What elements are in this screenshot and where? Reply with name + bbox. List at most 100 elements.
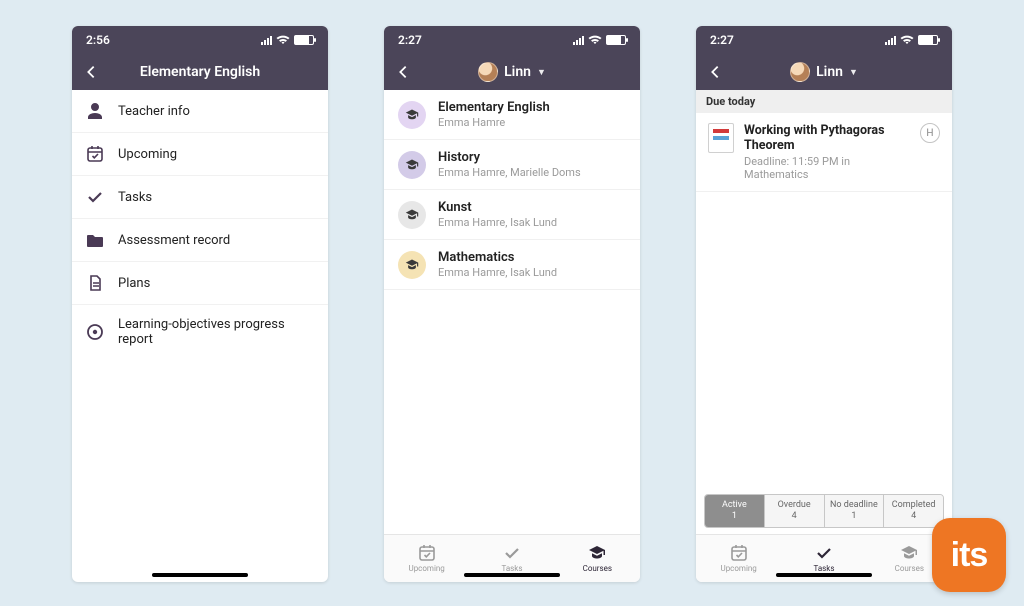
screen-course-menu: 2:56 Elementary English Teacher info — [72, 26, 328, 582]
filter-label: Completed — [892, 500, 936, 511]
nav-bar: Linn ▼ — [696, 54, 952, 90]
chevron-down-icon: ▼ — [849, 67, 858, 78]
back-button[interactable] — [82, 63, 100, 81]
back-button[interactable] — [706, 63, 724, 81]
status-bar: 2:27 — [696, 26, 952, 54]
menu-item-label: Plans — [118, 276, 150, 291]
nav-bar: Linn ▼ — [384, 54, 640, 90]
task-title: Working with Pythagoras Theorem — [744, 123, 910, 153]
task-meta: Deadline: 11:59 PM in Mathematics — [744, 155, 910, 181]
course-item[interactable]: Mathematics Emma Hamre, Isak Lund — [384, 240, 640, 290]
signal-icon — [885, 35, 896, 45]
filter-count: 4 — [911, 511, 916, 522]
home-indicator[interactable] — [776, 573, 872, 577]
clock: 2:27 — [710, 33, 734, 47]
section-due-today: Due today — [696, 90, 952, 113]
menu-item-upcoming[interactable]: Upcoming — [72, 133, 328, 176]
status-icons — [885, 35, 938, 45]
menu-item-label: Tasks — [118, 190, 152, 205]
wifi-icon — [588, 35, 602, 45]
status-bar: 2:56 — [72, 26, 328, 54]
home-indicator[interactable] — [464, 573, 560, 577]
menu-item-label: Assessment record — [118, 233, 230, 248]
document-icon — [86, 274, 104, 292]
task-badge: H — [920, 123, 940, 143]
calendar-icon — [86, 145, 104, 163]
tab-upcoming[interactable]: Upcoming — [696, 535, 781, 582]
brand-text: its — [951, 536, 988, 575]
course-list: Elementary English Emma Hamre History Em… — [384, 90, 640, 534]
menu-item-tasks[interactable]: Tasks — [72, 176, 328, 219]
avatar — [478, 62, 498, 82]
tab-label: Upcoming — [721, 564, 757, 573]
menu-item-plans[interactable]: Plans — [72, 262, 328, 305]
tab-courses[interactable]: Courses — [555, 535, 640, 582]
course-icon — [398, 101, 426, 129]
filter-count: 4 — [792, 511, 797, 522]
menu-item-label: Learning-objectives progress report — [118, 317, 314, 347]
menu-item-teacher-info[interactable]: Teacher info — [72, 90, 328, 133]
filter-nodeadline[interactable]: No deadline 1 — [825, 495, 885, 527]
filter-label: Overdue — [778, 500, 811, 511]
course-item[interactable]: History Emma Hamre, Marielle Doms — [384, 140, 640, 190]
clock: 2:56 — [86, 33, 110, 47]
battery-icon — [294, 35, 314, 45]
task-filter-bar: Active 1 Overdue 4 No deadline 1 Complet… — [704, 494, 944, 528]
status-icons — [573, 35, 626, 45]
battery-icon — [918, 35, 938, 45]
back-button[interactable] — [394, 63, 412, 81]
filter-completed[interactable]: Completed 4 — [884, 495, 943, 527]
wifi-icon — [900, 35, 914, 45]
course-teachers: Emma Hamre, Marielle Doms — [438, 166, 581, 179]
screen-tasks: 2:27 Linn ▼ Due today Wo — [696, 26, 952, 582]
signal-icon — [573, 35, 584, 45]
nav-bar: Elementary English — [72, 54, 328, 90]
avatar — [790, 62, 810, 82]
tab-label: Courses — [583, 564, 612, 573]
course-teachers: Emma Hamre, Isak Lund — [438, 266, 557, 279]
tab-label: Upcoming — [409, 564, 445, 573]
screen-courses: 2:27 Linn ▼ Elementary Engli — [384, 26, 640, 582]
user-dropdown[interactable]: Linn ▼ — [724, 62, 924, 82]
menu-item-assessment[interactable]: Assessment record — [72, 219, 328, 262]
status-bar: 2:27 — [384, 26, 640, 54]
course-name: Kunst — [438, 200, 557, 215]
target-icon — [86, 323, 104, 341]
page-title: Elementary English — [140, 64, 260, 80]
filter-label: No deadline — [830, 500, 878, 511]
user-name: Linn — [816, 64, 843, 80]
menu-item-objectives[interactable]: Learning-objectives progress report — [72, 305, 328, 359]
course-name: Mathematics — [438, 250, 557, 265]
filter-overdue[interactable]: Overdue 4 — [765, 495, 825, 527]
course-item[interactable]: Elementary English Emma Hamre — [384, 90, 640, 140]
course-menu-list: Teacher info Upcoming Tasks Assessment r… — [72, 90, 328, 582]
course-teachers: Emma Hamre, Isak Lund — [438, 216, 557, 229]
course-name: History — [438, 150, 581, 165]
tab-upcoming[interactable]: Upcoming — [384, 535, 469, 582]
task-doc-icon — [708, 123, 734, 153]
user-name: Linn — [504, 64, 531, 80]
menu-item-label: Upcoming — [118, 147, 177, 162]
clock: 2:27 — [398, 33, 422, 47]
course-icon — [398, 151, 426, 179]
course-icon — [398, 251, 426, 279]
its-logo: its — [932, 518, 1006, 592]
course-name: Elementary English — [438, 100, 550, 115]
task-item[interactable]: Working with Pythagoras Theorem Deadline… — [696, 113, 952, 192]
status-icons — [261, 35, 314, 45]
filter-label: Active — [722, 500, 747, 511]
tab-label: Courses — [895, 564, 924, 573]
filter-count: 1 — [732, 511, 737, 522]
signal-icon — [261, 35, 272, 45]
tab-label: Tasks — [813, 564, 834, 573]
home-indicator[interactable] — [152, 573, 248, 577]
battery-icon — [606, 35, 626, 45]
course-item[interactable]: Kunst Emma Hamre, Isak Lund — [384, 190, 640, 240]
chevron-down-icon: ▼ — [537, 67, 546, 78]
filter-count: 1 — [851, 511, 856, 522]
user-dropdown[interactable]: Linn ▼ — [412, 62, 612, 82]
folder-icon — [86, 231, 104, 249]
filter-active[interactable]: Active 1 — [705, 495, 765, 527]
wifi-icon — [276, 35, 290, 45]
course-teachers: Emma Hamre — [438, 116, 550, 129]
